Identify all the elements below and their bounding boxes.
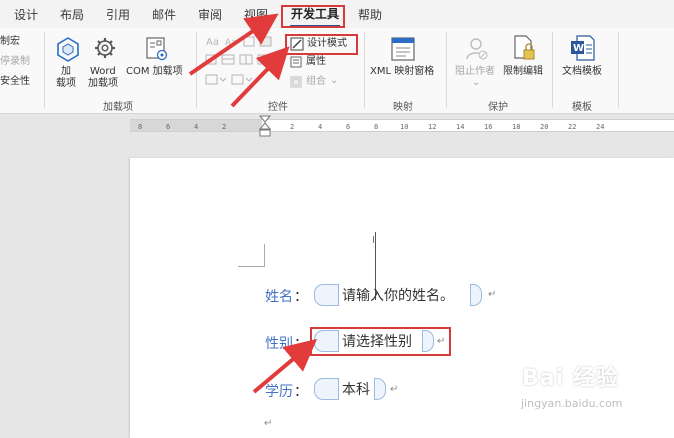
arrow-to-gender-control	[252, 338, 318, 394]
baidu-watermark: Bai 经验	[522, 366, 619, 391]
word-window: 设计 布局 引用 邮件 审阅 视图 开发工具 帮助 制宏 停录制 安全性 加 载…	[0, 0, 674, 438]
baidu-watermark-url: jingyan.baidu.com	[521, 397, 623, 410]
arrow-to-design-mode	[230, 46, 290, 108]
arrow-to-developer-tab	[188, 13, 279, 76]
